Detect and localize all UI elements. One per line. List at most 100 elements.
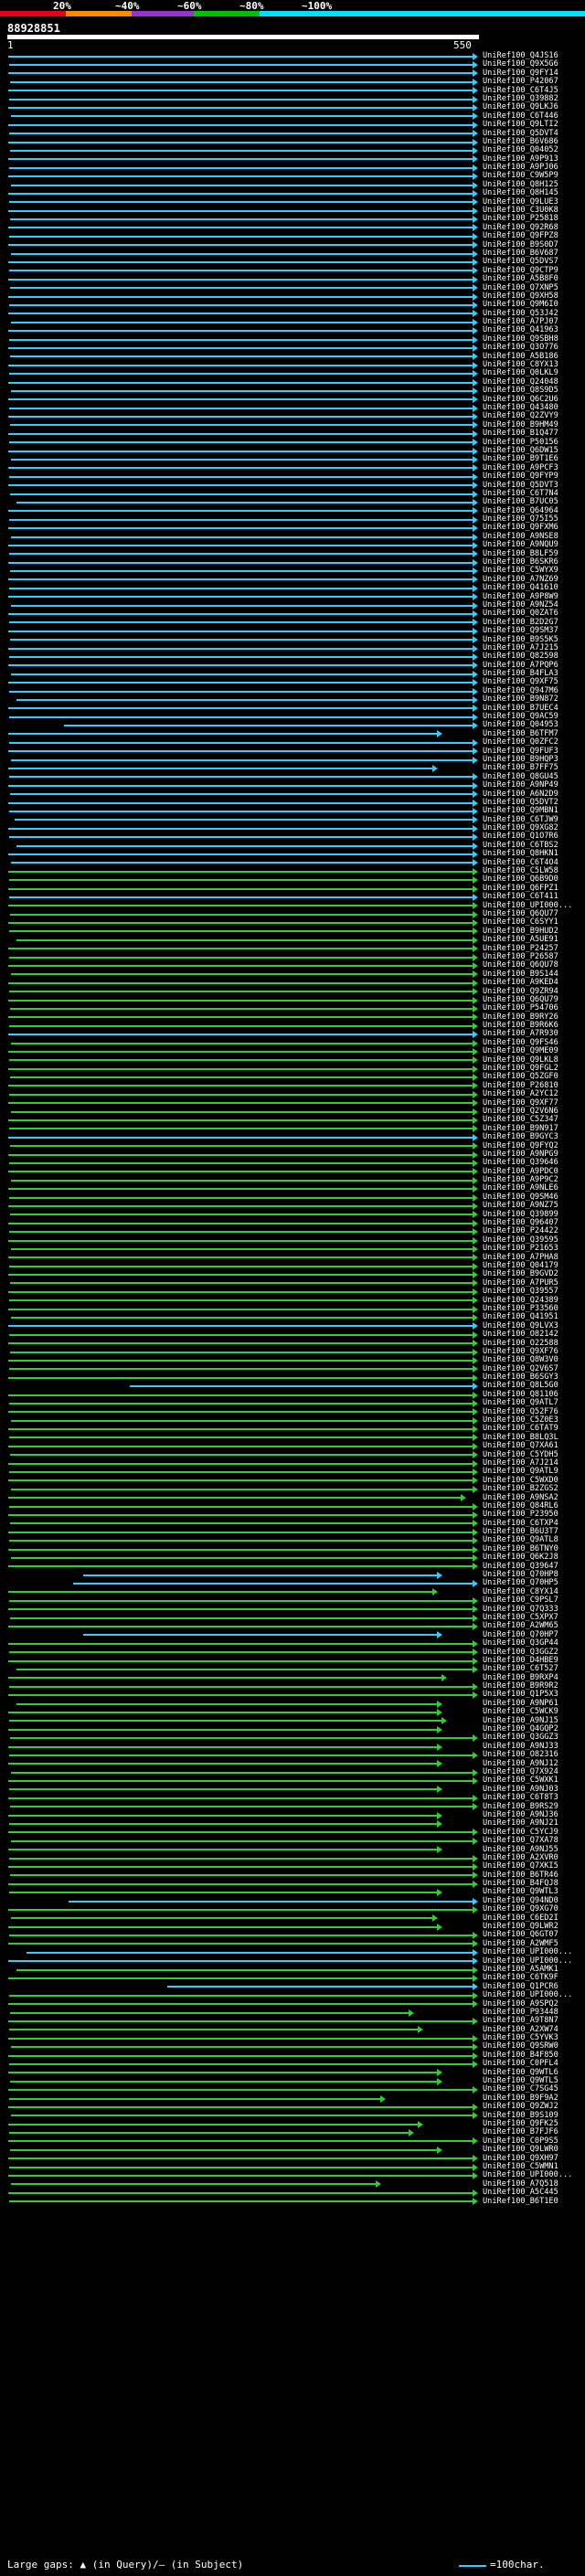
alignment-line (8, 1411, 473, 1414)
alignment-line (8, 1119, 473, 1122)
alignment-arrowhead (472, 1768, 478, 1776)
alignment-line (9, 98, 473, 101)
color-band-cyan (260, 11, 585, 16)
alignment-arrowhead (472, 1596, 478, 1605)
alignment-arrowhead (472, 490, 478, 498)
alignment-line (8, 1548, 473, 1551)
alignment-line (8, 948, 473, 950)
alignment-arrowhead (418, 2026, 424, 2034)
alignment-line (8, 1925, 438, 1928)
alignment-arrowhead (472, 610, 478, 619)
alignment-arrowhead (441, 1717, 447, 1725)
alignment-arrowhead (472, 1356, 478, 1364)
alignment-line (8, 1136, 473, 1139)
alignment-arrowhead (472, 644, 478, 652)
alignment-line (9, 270, 473, 272)
alignment-arrowhead (472, 859, 478, 867)
alignment-arrowhead (472, 1606, 478, 1614)
alignment-line (9, 621, 473, 624)
alignment-line (8, 801, 473, 804)
alignment-arrowhead (472, 1288, 478, 1296)
alignment-line (8, 1531, 473, 1533)
alignment-arrowhead (472, 756, 478, 764)
hit-row[interactable]: UniRef100_B6T1E0 (0, 2197, 585, 2206)
alignment-arrowhead (436, 1571, 442, 1579)
alignment-arrowhead (472, 472, 478, 481)
alignment-arrowhead (472, 52, 478, 60)
alignment-arrowhead (472, 241, 478, 249)
alignment-arrowhead (472, 1829, 478, 1837)
scale-end-label: 550 (453, 39, 472, 51)
alignment-arrowhead (472, 558, 478, 567)
alignment-arrowhead (472, 824, 478, 832)
alignment-line (8, 107, 473, 110)
alignment-arrowhead (472, 970, 478, 979)
alignment-line (9, 235, 473, 238)
color-band-red (0, 11, 66, 16)
alignment-line (16, 698, 473, 701)
alignment-line (11, 862, 473, 864)
alignment-line (8, 965, 473, 968)
alignment-arrowhead (472, 1245, 478, 1253)
alignment-arrowhead (472, 670, 478, 678)
alignment-line (9, 1788, 438, 1791)
alignment-arrowhead (472, 310, 478, 318)
alignment-arrowhead (436, 1631, 442, 1639)
alignment-arrowhead (472, 902, 478, 910)
alignment-arrowhead (472, 224, 478, 232)
alignment-arrowhead (472, 421, 478, 429)
alignment-arrowhead (472, 173, 478, 181)
alignment-arrowhead (436, 1820, 442, 1829)
legend: Large gaps: ▲ (in Query)/— (in Subject) … (7, 2559, 583, 2573)
alignment-arrowhead (472, 335, 478, 344)
alignment-line (8, 981, 473, 984)
alignment-line (9, 303, 473, 306)
alignment-line (8, 55, 473, 58)
alignment-arrowhead (472, 1185, 478, 1193)
alignment-line (8, 244, 473, 247)
alignment-line (8, 784, 473, 787)
alignment-arrowhead (472, 1039, 478, 1047)
alignment-line (8, 90, 473, 92)
alignment-arrowhead (472, 1434, 478, 1442)
alignment-line (8, 596, 473, 599)
alignment-arrowhead (472, 413, 478, 421)
alignment-line (9, 1505, 473, 1508)
alignment-line (9, 518, 473, 521)
alignment-line (9, 1685, 473, 1688)
alignment-arrowhead (472, 876, 478, 885)
alignment-line (8, 175, 473, 178)
alignment-arrowhead (472, 1940, 478, 1948)
alignment-arrowhead (472, 1125, 478, 1133)
alignment-line (8, 227, 473, 229)
alignment-arrowhead (436, 1708, 442, 1716)
alignment-arrowhead (436, 1725, 442, 1733)
alignment-arrowhead (472, 95, 478, 103)
alignment-line (8, 510, 473, 513)
alignment-line (8, 1153, 473, 1156)
alignment-arrowhead (472, 1330, 478, 1339)
alignment-line (8, 158, 473, 161)
alignment-arrowhead (472, 2051, 478, 2060)
alignment-line (10, 218, 473, 221)
alignment-arrowhead (472, 679, 478, 687)
alignment-arrowhead (472, 1803, 478, 1811)
alignment-arrowhead (472, 1580, 478, 1588)
hit-label[interactable]: UniRef100_B6T1E0 (483, 2197, 558, 2206)
alignment-arrowhead (472, 893, 478, 901)
alignment-arrowhead (472, 576, 478, 584)
alignment-arrowhead (472, 344, 478, 352)
alignment-line (9, 1196, 473, 1199)
alignment-arrowhead (472, 1056, 478, 1065)
alignment-line (8, 1171, 473, 1173)
alignment-arrowhead (441, 1674, 447, 1682)
alignment-arrowhead (472, 1751, 478, 1759)
alignment-arrowhead (472, 1975, 478, 1983)
alignment-line (8, 261, 473, 264)
alignment-arrowhead (472, 928, 478, 936)
alignment-line (11, 673, 473, 675)
alignment-line (8, 1016, 473, 1019)
alignment-arrowhead (472, 1176, 478, 1184)
alignment-line (11, 115, 473, 118)
alignment-arrowhead (472, 1004, 478, 1012)
